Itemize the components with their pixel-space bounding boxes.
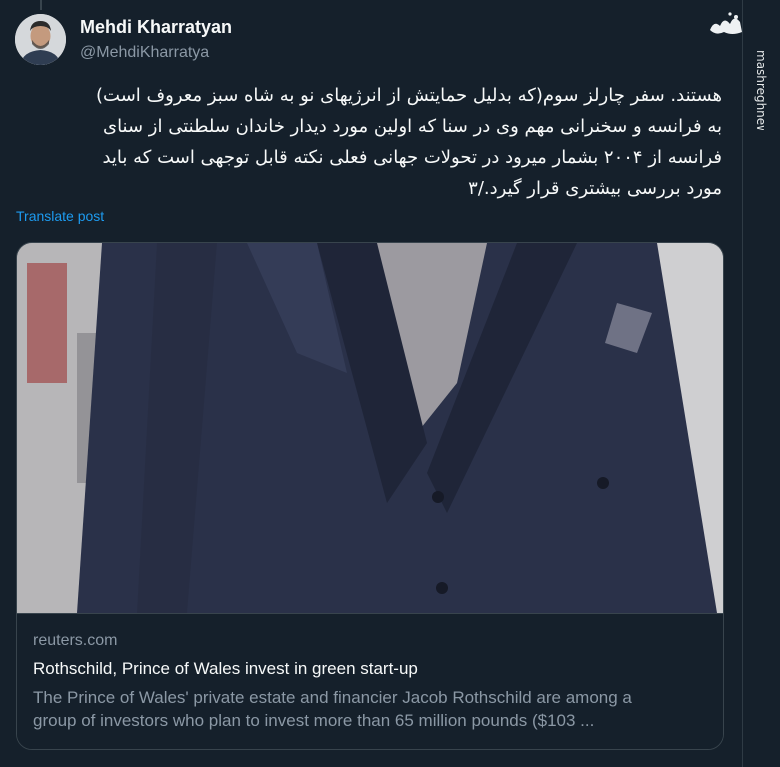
tweet-text-line: فرانسه از ۲۰۰۴ بشمار میرود در تحولات جها… (102, 147, 722, 168)
tweet-text: هستند. سفر چارلز سوم(که بدلیل حمایتش از … (20, 80, 722, 204)
mashregh-logo-icon (710, 12, 742, 34)
watermark-text: mashreghnews.ir (742, 50, 780, 130)
link-preview-card[interactable]: reuters.com Rothschild, Prince of Wales … (16, 242, 724, 750)
avatar[interactable] (15, 14, 66, 65)
thread-connector-line (40, 0, 42, 10)
link-preview-image[interactable] (17, 243, 723, 613)
link-title[interactable]: Rothschild, Prince of Wales invest in gr… (33, 659, 418, 679)
tweet-text-line: به فرانسه و سخنرانی مهم وی در سنا که اول… (102, 116, 722, 137)
link-domain: reuters.com (33, 632, 118, 649)
link-description-line: group of investors who plan to invest mo… (33, 711, 595, 730)
tweet-text-line: مورد بررسی بیشتری قرار گیرد./۳ (468, 178, 722, 199)
link-description: The Prince of Wales' private estate and … (33, 686, 713, 732)
link-preview-meta[interactable]: reuters.com Rothschild, Prince of Wales … (17, 613, 723, 749)
avatar-photo (15, 14, 66, 65)
tweet-text-line: هستند. سفر چارلز سوم(که بدلیل حمایتش از … (96, 85, 722, 106)
suit-photo (17, 243, 723, 613)
link-description-line: The Prince of Wales' private estate and … (33, 688, 632, 707)
author-handle[interactable]: @MehdiKharratya (80, 44, 209, 62)
watermark-site: mashreghnews.ir (754, 50, 768, 130)
author-display-name[interactable]: Mehdi Kharratyan (80, 17, 232, 38)
translate-post-link[interactable]: Translate post (16, 208, 104, 224)
